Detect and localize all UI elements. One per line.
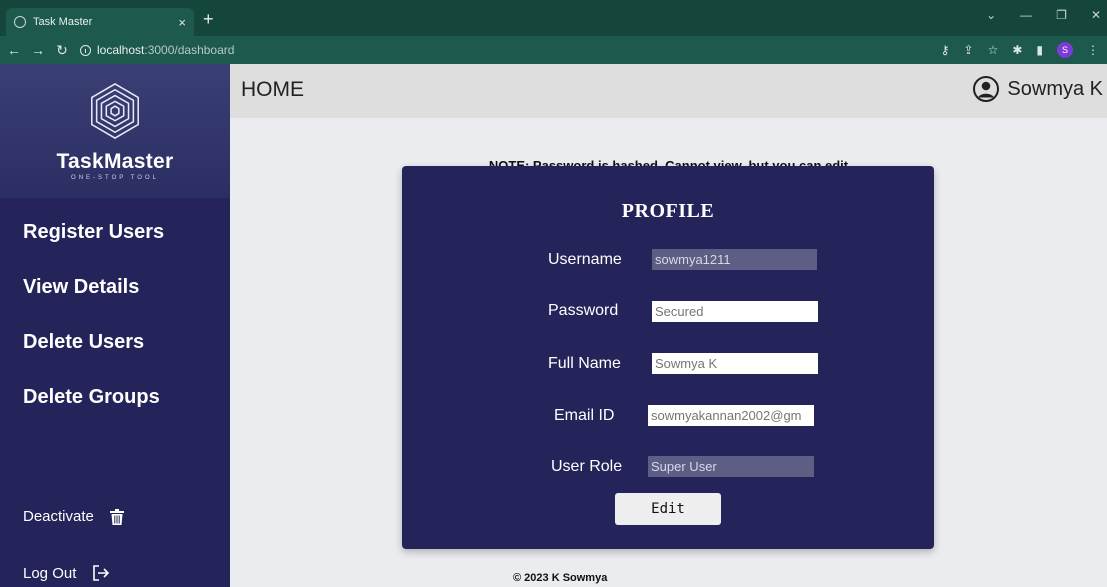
brand: TaskMaster ONE-STOP TOOL	[0, 64, 230, 198]
sidebar-item-delete-groups[interactable]: Delete Groups	[0, 381, 230, 436]
sidebar-menu: Register Users View Details Delete Users…	[0, 198, 230, 436]
key-icon[interactable]: ⚷	[941, 43, 950, 57]
share-icon[interactable]: ⇪	[964, 43, 974, 57]
minimize-icon[interactable]: —	[1020, 8, 1032, 22]
close-window-icon[interactable]: ✕	[1091, 8, 1101, 22]
email-field[interactable]	[648, 405, 814, 426]
role-field	[648, 456, 814, 477]
extensions-icon[interactable]: ✱	[1012, 43, 1022, 57]
profile-card: PROFILE Username Password Full Name Emai…	[402, 166, 934, 549]
user-name: Sowmya K	[1007, 77, 1103, 100]
username-label: Username	[548, 251, 622, 268]
password-label: Password	[548, 302, 619, 319]
taskmaster-logo-icon	[91, 83, 139, 139]
url-field[interactable]: localhost:3000/dashboard	[80, 43, 234, 57]
sidebar-item-view-details[interactable]: View Details	[0, 271, 230, 326]
username-field	[652, 249, 817, 270]
password-field[interactable]	[652, 301, 818, 322]
tab-close-icon[interactable]: ×	[178, 16, 186, 29]
menu-kebab-icon[interactable]: ⋮	[1087, 43, 1099, 57]
browser-profile-avatar[interactable]: S	[1057, 42, 1073, 58]
edit-button[interactable]: Edit	[615, 493, 721, 525]
top-bar: HOME Sowmya K	[230, 64, 1107, 118]
reload-icon[interactable]: ↻	[52, 42, 72, 59]
url-path: :3000/dashboard	[144, 43, 235, 57]
new-tab-button[interactable]: +	[203, 10, 214, 28]
fullname-label: Full Name	[548, 355, 621, 372]
email-label: Email ID	[554, 407, 615, 424]
logout-label: Log Out	[23, 564, 77, 582]
site-info-icon[interactable]	[80, 44, 91, 56]
user-menu[interactable]: Sowmya K	[973, 76, 1103, 102]
sidebar-item-delete-users[interactable]: Delete Users	[0, 326, 230, 381]
sidebar: TaskMaster ONE-STOP TOOL Register Users …	[0, 64, 230, 587]
forward-icon[interactable]: →	[28, 42, 48, 58]
logout-icon	[93, 565, 110, 581]
sidepanel-icon[interactable]: ▮	[1036, 43, 1043, 57]
react-favicon-icon	[14, 16, 26, 28]
trash-icon	[109, 508, 124, 525]
sidebar-item-register-users[interactable]: Register Users	[0, 216, 230, 271]
tab-title: Task Master	[33, 16, 93, 28]
user-avatar-icon	[973, 76, 1000, 102]
browser-tab[interactable]: Task Master ×	[6, 8, 194, 36]
brand-name: TaskMaster	[56, 150, 174, 173]
deactivate-label: Deactivate	[23, 508, 94, 525]
bookmark-star-icon[interactable]: ☆	[988, 43, 999, 57]
browser-tabbar: Task Master × + ⌄ — ❐ ✕	[0, 0, 1107, 36]
restore-icon[interactable]: ❐	[1056, 8, 1067, 22]
fullname-field[interactable]	[652, 353, 818, 374]
window-controls: ⌄ — ❐ ✕	[986, 8, 1101, 22]
back-icon[interactable]: ←	[4, 42, 24, 58]
url-host: localhost	[97, 43, 145, 57]
deactivate-button[interactable]: Deactivate	[23, 508, 124, 525]
logout-button[interactable]: Log Out	[23, 564, 110, 582]
footer-copyright: © 2023 K Sowmya	[513, 572, 608, 584]
tab-search-icon[interactable]: ⌄	[986, 8, 996, 22]
browser-addressbar: ← → ↻ localhost:3000/dashboard ⚷ ⇪ ☆ ✱ ▮…	[0, 36, 1107, 64]
role-label: User Role	[551, 458, 623, 475]
profile-title: PROFILE	[621, 200, 715, 222]
page-title: HOME	[241, 78, 304, 101]
browser-actions: ⚷ ⇪ ☆ ✱ ▮ S ⋮	[941, 42, 1099, 58]
brand-tagline: ONE-STOP TOOL	[71, 175, 159, 181]
